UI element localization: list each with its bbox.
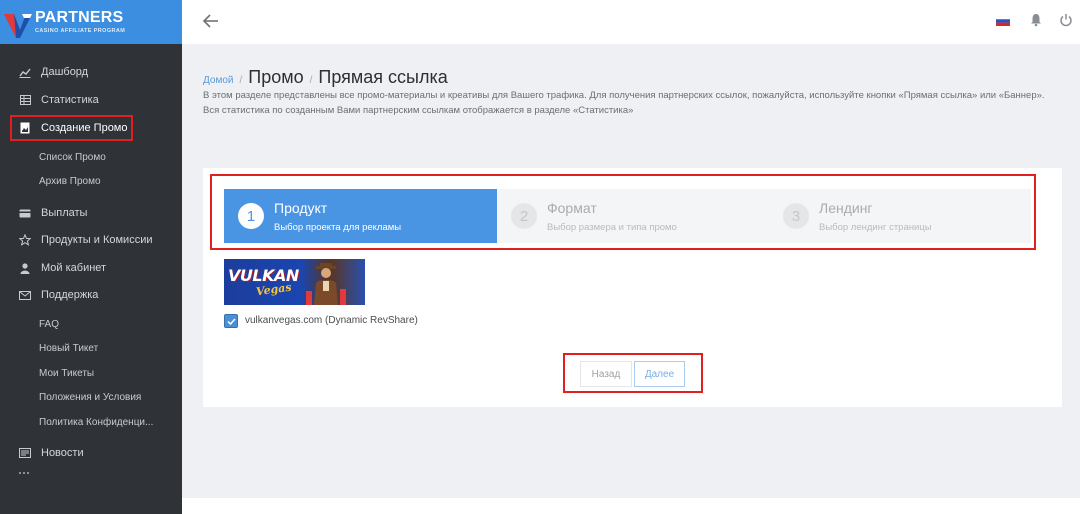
sidebar-item-label: Мой кабинет [41, 262, 107, 274]
product-label[interactable]: vulkanvegas.com (Dynamic RevShare) [245, 315, 418, 326]
page-description: В этом разделе представлены все промо-ма… [203, 90, 1045, 116]
brand-header[interactable]: PARTNERS CASINO AFFILIATE PROGRAM [0, 0, 182, 44]
sidebar-subitem-promo-archive[interactable]: Архив Промо [39, 176, 101, 187]
brand-subtitle: CASINO AFFILIATE PROGRAM [35, 28, 126, 34]
sidebar-subitem-faq[interactable]: FAQ [39, 319, 59, 330]
top-header [182, 0, 1080, 44]
back-arrow-icon[interactable] [202, 12, 220, 30]
brand-logo-icon [4, 14, 32, 38]
sidebar-item-label: Поддержка [41, 289, 99, 301]
credit-card-icon [18, 206, 32, 220]
sidebar-subitem-terms[interactable]: Положения и Условия [39, 392, 141, 403]
checkmark-icon [226, 317, 236, 325]
highlight-stepper [210, 174, 1036, 250]
sidebar-item-label: Выплаты [41, 207, 88, 219]
product-banner-image[interactable]: VULKAN Vegas [224, 259, 365, 305]
sidebar-subitem-my-tickets[interactable]: Мои Тикеты [39, 368, 94, 379]
sidebar-item-news[interactable]: Новости [0, 441, 182, 465]
breadcrumb-section: Промо [248, 67, 304, 87]
sidebar-more-indicator [19, 472, 29, 475]
table-grid-icon [18, 93, 32, 107]
sidebar-item-label: Дашборд [41, 66, 89, 78]
sidebar-subitem-new-ticket[interactable]: Новый Тикет [39, 343, 98, 354]
notification-bell-icon[interactable] [1030, 13, 1042, 27]
sidebar-item-dashboard[interactable]: Дашборд [0, 60, 182, 84]
language-flag-icon[interactable] [996, 16, 1010, 26]
page-title: Прямая ссылка [318, 67, 448, 87]
sidebar-item-label: Статистика [41, 94, 99, 106]
highlight-create-promo [10, 115, 133, 141]
product-checkbox[interactable] [224, 314, 238, 328]
user-icon [18, 261, 32, 275]
power-logout-icon[interactable] [1059, 13, 1073, 27]
sidebar-item-label: Новости [41, 447, 84, 459]
chart-line-icon [18, 65, 32, 79]
sidebar-item-account[interactable]: Мой кабинет [0, 256, 182, 280]
breadcrumb-separator: / [309, 75, 313, 86]
sidebar: PARTNERS CASINO AFFILIATE PROGRAM Дашбор… [0, 0, 182, 514]
sidebar-subitem-privacy[interactable]: Политика Конфиденци... [39, 417, 153, 428]
banner-character-icon [306, 263, 346, 305]
breadcrumb-home-link[interactable]: Домой [203, 75, 233, 86]
star-icon [18, 233, 32, 247]
breadcrumb: Домой / Промо / Прямая ссылка [203, 67, 448, 88]
sidebar-subitem-promo-list[interactable]: Список Промо [39, 152, 106, 163]
sidebar-item-payments[interactable]: Выплаты [0, 201, 182, 225]
envelope-icon [18, 288, 32, 302]
sidebar-item-label: Продукты и Комиссии [41, 234, 153, 246]
brand-name: PARTNERS [35, 9, 124, 26]
sidebar-item-statistics[interactable]: Статистика [0, 88, 182, 112]
footer [182, 498, 1080, 514]
newspaper-icon [18, 446, 32, 460]
sidebar-item-products[interactable]: Продукты и Комиссии [0, 228, 182, 252]
highlight-nav-buttons [563, 353, 703, 393]
breadcrumb-separator: / [239, 75, 243, 86]
sidebar-item-support[interactable]: Поддержка [0, 283, 182, 307]
